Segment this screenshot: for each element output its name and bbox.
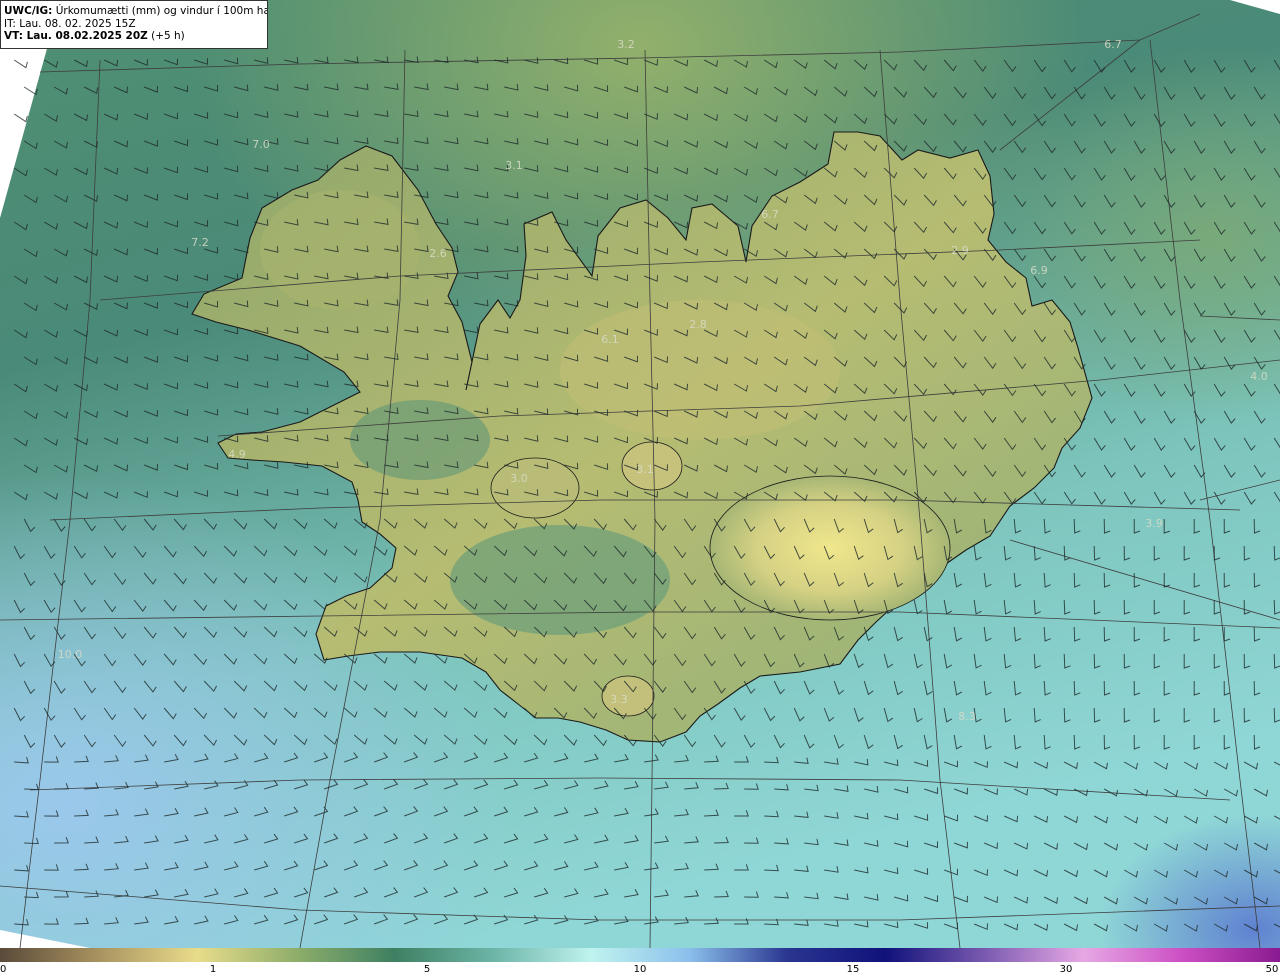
valid-time: VT: Lau. 08.02.2025 20Z bbox=[4, 30, 148, 42]
product-code: UWC/IG: bbox=[4, 5, 53, 17]
map-value-label: 10.0 bbox=[58, 648, 83, 661]
map-value-label: 3.2 bbox=[617, 38, 635, 51]
vatnajokull-glacier bbox=[709, 475, 951, 621]
map-value-label: 2.9 bbox=[951, 244, 969, 257]
colorbar-strip bbox=[0, 948, 1280, 962]
map-value-label: 8.3 bbox=[958, 710, 976, 723]
map-value-label: 6.9 bbox=[1030, 264, 1048, 277]
map-value-label: 6.7 bbox=[1104, 38, 1122, 51]
map-value-label: 4.9 bbox=[228, 448, 246, 461]
colorbar-tick-label: 0 bbox=[0, 964, 7, 975]
map-title-box: UWC/IG: Úrkomumætti (mm) og vindur í 100… bbox=[0, 0, 268, 49]
colorbar-tick-label: 1 bbox=[209, 964, 217, 975]
map-title: Úrkomumætti (mm) og vindur í 100m hæð bbox=[55, 5, 268, 17]
colorbar-tick-label: 5 bbox=[423, 964, 431, 975]
forecast-hour: (+5 h) bbox=[147, 30, 185, 42]
map-value-label: 3.9 bbox=[1145, 517, 1163, 530]
colorbar-legend: 0 1 5 10 15 30 50 bbox=[0, 948, 1280, 978]
weather-map[interactable]: 3.2 6.7 7.0 3.1 6.7 7.2 2.6 2.9 6.9 2.8 6.1 4.0 4.9 3… bbox=[0, 0, 1280, 948]
map-value-label: 6.7 bbox=[761, 208, 779, 221]
colorbar-tick-label: 10 bbox=[633, 964, 647, 975]
map-value-label: 2.6 bbox=[429, 247, 447, 260]
langjokull-glacier bbox=[490, 457, 580, 519]
colorbar-tick-label: 15 bbox=[846, 964, 860, 975]
map-value-label: 3.1 bbox=[505, 159, 523, 172]
map-value-label: 7.2 bbox=[191, 236, 209, 249]
colorbar-tick-label: 30 bbox=[1059, 964, 1073, 975]
map-value-label: 3.1 bbox=[636, 463, 654, 476]
map-value-label: 7.0 bbox=[252, 138, 270, 151]
map-value-label: 6.1 bbox=[601, 333, 619, 346]
map-value-label: 3.0 bbox=[510, 472, 528, 485]
map-value-label: 4.0 bbox=[1250, 370, 1268, 383]
valid-time-line: VT: Lau. 08.02.2025 20Z (+5 h) bbox=[4, 30, 264, 43]
init-time: IT: Lau. 08. 02. 2025 15Z bbox=[4, 17, 136, 30]
map-value-label: 2.8 bbox=[689, 318, 707, 331]
map-value-label: 3.3 bbox=[610, 693, 628, 706]
title-line: UWC/IG: Úrkomumætti (mm) og vindur í 100… bbox=[4, 5, 267, 18]
colorbar-tick-label: 50 bbox=[1265, 964, 1279, 975]
